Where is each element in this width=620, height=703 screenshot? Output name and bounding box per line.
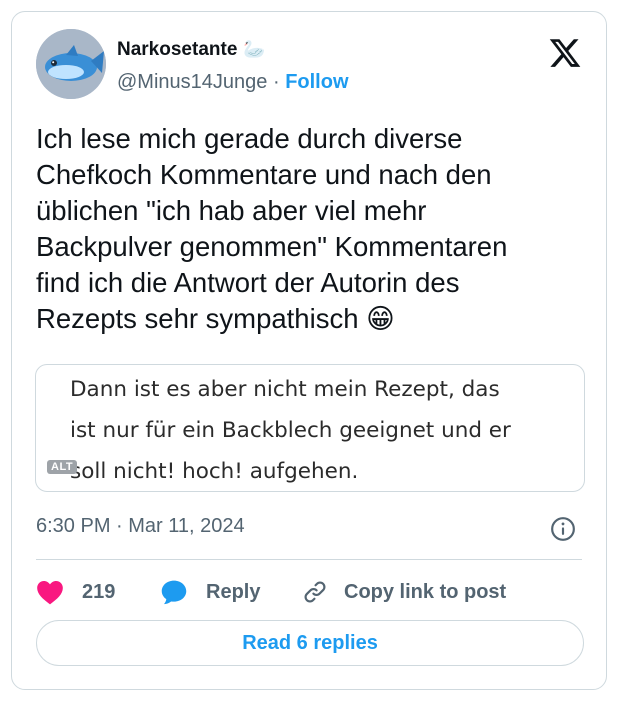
alt-badge[interactable]: ALT (47, 460, 78, 474)
author-name[interactable]: Narkosetante 🦢 (117, 39, 266, 61)
avatar[interactable] (36, 29, 106, 99)
reply-label: Reply (206, 580, 261, 603)
post-text: Ich lese mich gerade durch diverse Chefk… (36, 121, 596, 337)
grinning-emoji-icon: 😁 (366, 303, 395, 334)
divider (36, 559, 582, 560)
copy-link-label: Copy link to post (344, 580, 507, 603)
author-handle-line: @Minus14Junge · Follow (117, 71, 349, 94)
reply-button[interactable]: Reply (160, 575, 260, 609)
media-text: Dann ist es aber nicht mein Rezept, das … (70, 377, 511, 484)
like-count: 219 (82, 580, 116, 603)
follow-button[interactable]: Follow (285, 71, 348, 93)
author-name-text: Narkosetante (117, 39, 238, 60)
handle-separator: · (272, 71, 280, 93)
copy-link-button[interactable]: Copy link to post (302, 575, 506, 609)
post-card: Narkosetante 🦢 @Minus14Junge · Follow Ich… (11, 11, 607, 690)
link-icon (304, 581, 326, 603)
swan-emoji-icon: 🦢 (243, 39, 266, 59)
action-bar: 219 Reply Copy link to post (36, 575, 586, 609)
speech-bubble-icon (161, 580, 187, 605)
read-replies-button[interactable]: Read 6 replies (36, 620, 584, 666)
media-card[interactable]: Dann ist es aber nicht mein Rezept, das … (35, 364, 585, 492)
author-handle[interactable]: @Minus14Junge (117, 71, 267, 93)
x-logo-icon[interactable] (548, 36, 582, 70)
post-text-body: Ich lese mich gerade durch diverse Chefk… (36, 123, 508, 334)
like-button[interactable]: 219 (36, 575, 115, 609)
heart-icon (37, 581, 63, 605)
post-timestamp[interactable]: 6:30 PM · Mar 11, 2024 (36, 515, 245, 538)
blue-fish-icon (36, 29, 106, 99)
info-icon[interactable] (550, 516, 576, 542)
